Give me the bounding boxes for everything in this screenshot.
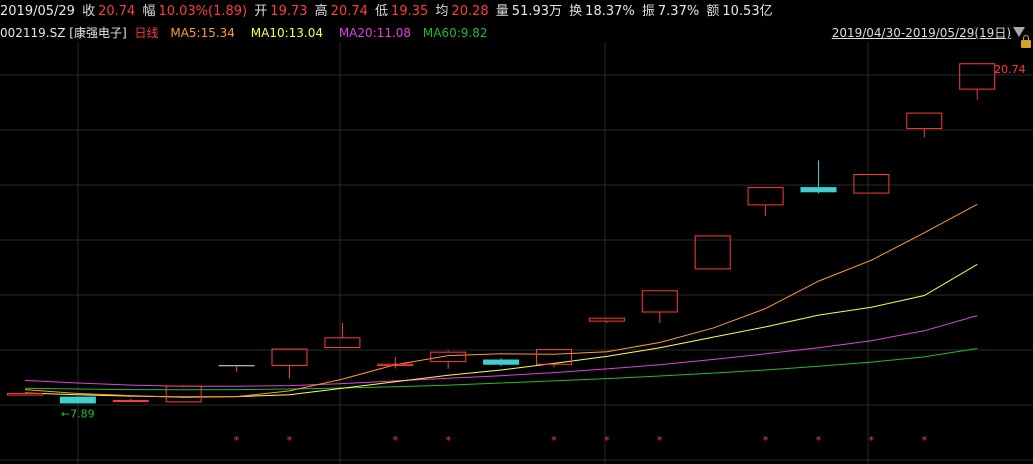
change-value: 10.03%(1.89) [158,4,248,19]
candle-body [165,385,202,403]
high-label: 高 [314,4,328,19]
ma60-legend: MA60:9.82 [422,26,488,40]
low-value: 19.35 [391,4,429,19]
open-value: 19.73 [270,4,308,19]
stock-name: [康强电子] [69,26,127,40]
candle-body [588,317,625,322]
ma20-line [24,315,978,387]
signal-star-marker: * [234,434,240,447]
candle-body [483,359,520,365]
candle-body [906,112,943,130]
min-price-label: ←7.89 [61,407,95,420]
volume-label: 量 [495,4,509,19]
candle-body [112,400,149,403]
kline-chart[interactable]: 20.74 ←7.89 * * * * * * * * * * * [0,42,1033,464]
date-range-selector[interactable]: 2019/04/30-2019/05/29(19日) [832,24,1011,42]
candle-body [641,290,678,313]
ma10-line [24,263,978,398]
ma60-line [24,348,978,391]
signal-star-marker: * [869,434,875,447]
quote-date: 2019/05/29 [0,4,75,19]
avg-value: 20.28 [451,4,489,19]
signal-star-marker: * [763,434,769,447]
turnover-value: 18.37% [585,4,635,19]
signal-star-marker: * [816,434,822,447]
open-label: 开 [254,4,268,19]
candle-body [7,392,43,396]
volume-value: 51.93万 [511,4,563,19]
signal-star-marker: * [551,434,557,447]
close-value: 20.74 [98,4,136,19]
close-label: 收 [82,4,96,19]
signal-star-marker: * [393,434,399,447]
max-price-label: 20.74 [994,63,1025,76]
period-label[interactable]: 日线 [135,26,159,40]
candle-body [853,174,890,194]
signal-star-marker: * [657,434,663,447]
candle-body [959,63,996,90]
candle-body [271,348,308,367]
low-label: 低 [375,4,389,19]
signal-star-marker: * [922,434,928,447]
amount-value: 10.53亿 [722,4,773,19]
high-value: 20.74 [330,4,368,19]
amplitude-value: 7.37% [657,4,700,19]
stock-code: 002119.SZ [0,26,66,40]
candle-body [747,187,784,206]
avg-label: 均 [435,4,449,19]
signal-star-marker: * [287,434,293,447]
candle-body [694,235,731,270]
signal-star-marker: * [445,434,451,447]
ma5-line [24,203,978,398]
ma20-legend: MA20:11.08 [338,26,412,40]
amplitude-label: 振 [641,4,655,19]
ma10-legend: MA10:13.04 [250,26,323,40]
turnover-label: 换 [569,4,583,19]
candle-body [59,396,96,404]
candle-body [800,187,837,193]
ma5-legend: MA5:15.34 [170,26,235,40]
change-label: 幅 [142,4,156,19]
signal-star-marker: * [604,434,610,447]
amount-label: 额 [706,4,720,19]
candle-body [430,351,467,363]
candle-body [324,337,361,349]
quote-header: 2019/05/29 收 20.74 幅 10.03%(1.89) 开 19.73 高… [0,0,1033,24]
